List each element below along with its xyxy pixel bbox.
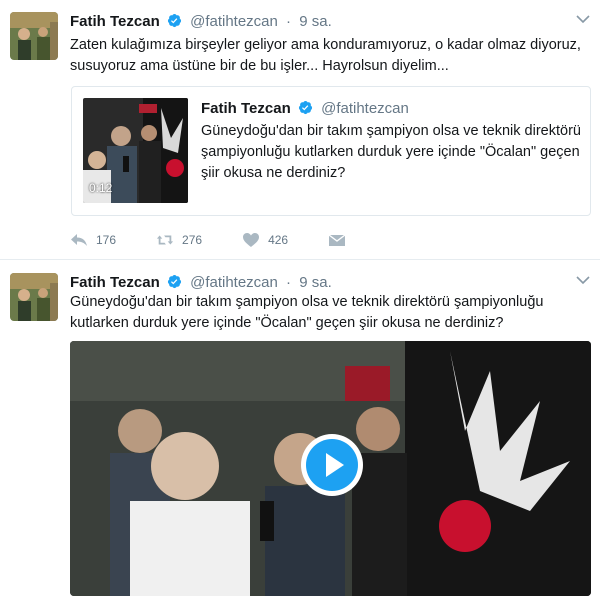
envelope-icon xyxy=(328,234,346,246)
quoted-video-thumbnail[interactable]: 0:12 xyxy=(83,98,188,203)
quoted-tweet[interactable]: 0:12 Fatih Tezcan @fatihtezcan Güneydoğu… xyxy=(71,86,591,216)
author-handle[interactable]: @fatihtezcan xyxy=(190,274,278,291)
quoted-tweet-header: Fatih Tezcan @fatihtezcan xyxy=(201,99,409,119)
direct-message-button[interactable] xyxy=(328,232,354,248)
author-name[interactable]: Fatih Tezcan xyxy=(70,274,160,291)
tweet-header: Fatih Tezcan @fatihtezcan · 9 sa. xyxy=(70,273,332,293)
quoted-author-handle[interactable]: @fatihtezcan xyxy=(321,100,409,117)
tweet-header: Fatih Tezcan @fatihtezcan · 9 sa. xyxy=(70,12,332,32)
play-icon xyxy=(326,453,344,477)
reply-button[interactable]: 176 xyxy=(70,232,116,248)
heart-icon xyxy=(243,233,260,247)
timestamp[interactable]: 9 sa. xyxy=(299,274,332,291)
verified-badge-icon xyxy=(167,13,181,28)
retweet-icon xyxy=(156,235,174,245)
tweet-actions: 176 276 426 xyxy=(70,228,394,252)
chevron-down-icon[interactable] xyxy=(576,275,590,285)
retweet-count: 276 xyxy=(182,233,203,247)
tweet-text: Zaten kulağımıza birşeyler geliyor ama k… xyxy=(70,37,581,74)
verified-badge-icon xyxy=(167,274,181,289)
reply-icon xyxy=(71,234,87,246)
verified-badge-icon xyxy=(298,100,312,115)
separator-dot: · xyxy=(286,274,292,291)
avatar[interactable] xyxy=(10,273,58,321)
author-handle[interactable]: @fatihtezcan xyxy=(190,13,278,30)
quoted-author-name[interactable]: Fatih Tezcan xyxy=(201,100,291,117)
reply-count: 176 xyxy=(96,233,117,247)
author-name[interactable]: Fatih Tezcan xyxy=(70,13,160,30)
like-count: 426 xyxy=(268,233,289,247)
timestamp[interactable]: 9 sa. xyxy=(299,13,332,30)
tweet-text: Güneydoğu'dan bir takım şampiyon olsa ve… xyxy=(70,294,544,331)
video-duration: 0:12 xyxy=(89,181,113,195)
avatar[interactable] xyxy=(10,12,58,60)
video-player[interactable] xyxy=(70,341,591,596)
separator-dot: · xyxy=(286,13,292,30)
play-button[interactable] xyxy=(301,434,363,496)
chevron-down-icon[interactable] xyxy=(576,14,590,24)
retweet-button[interactable]: 276 xyxy=(156,232,202,248)
tweet[interactable]: Fatih Tezcan @fatihtezcan · 9 sa. Zaten … xyxy=(0,0,600,260)
quoted-tweet-text: Güneydoğu'dan bir takım şampiyon olsa ve… xyxy=(201,123,581,181)
like-button[interactable]: 426 xyxy=(242,232,288,248)
tweet[interactable]: Fatih Tezcan @fatihtezcan · 9 sa. Güneyd… xyxy=(0,261,600,596)
